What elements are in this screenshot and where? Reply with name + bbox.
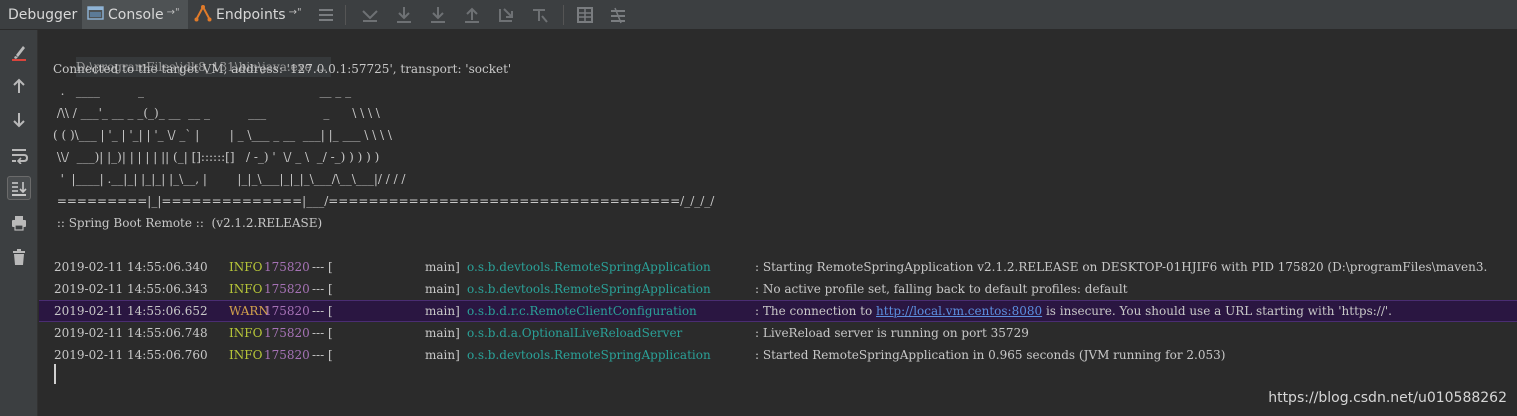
log-level: INFO xyxy=(229,348,263,362)
log-message: : Starting RemoteSpringApplication v2.1.… xyxy=(755,260,1488,274)
banner-line: \\/ ___)| |_)| | | | | || (_| []::::::[]… xyxy=(53,150,380,164)
tab-console[interactable]: Console →" xyxy=(82,0,188,29)
toolbar-divider xyxy=(345,5,346,25)
log-separator: --- [ xyxy=(312,348,333,362)
log-message: : LiveReload server is running on port 3… xyxy=(755,326,1029,340)
log-timestamp: 2019-02-11 14:55:06.340 xyxy=(54,260,208,274)
command-line[interactable]: D:\programFiles\jdk8_131\bin\java.exe ..… xyxy=(53,37,331,77)
tab-debugger[interactable]: Debugger xyxy=(0,0,80,29)
log-logger[interactable]: o.s.b.devtools.RemoteSpringApplication xyxy=(467,257,711,277)
pin-icon[interactable]: →" xyxy=(289,7,302,18)
print-icon[interactable] xyxy=(7,211,31,235)
log-message-suffix: is insecure. You should use a URL starti… xyxy=(1042,304,1392,318)
tab-endpoints-label: Endpoints xyxy=(216,6,286,23)
endpoints-icon xyxy=(194,4,212,26)
watermark-text: https://blog.csdn.net/u010588262 xyxy=(1268,390,1507,406)
log-logger[interactable]: o.s.b.devtools.RemoteSpringApplication xyxy=(467,345,711,365)
log-timestamp: 2019-02-11 14:55:06.343 xyxy=(54,282,208,296)
log-thread: main] xyxy=(425,260,460,274)
log-separator: --- [ xyxy=(312,326,333,340)
evaluate-expression-icon[interactable] xyxy=(574,5,596,25)
banner-version: :: Spring Boot Remote :: (v2.1.2.RELEASE… xyxy=(53,216,323,230)
log-separator: --- [ xyxy=(312,304,333,318)
debug-tool-window: Debugger Console →" Endpoints →" D:\prog… xyxy=(0,0,1517,416)
drop-frame-icon[interactable] xyxy=(495,5,517,25)
log-timestamp: 2019-02-11 14:55:06.652 xyxy=(54,304,208,318)
log-level: INFO xyxy=(229,326,263,340)
scroll-to-end-icon[interactable] xyxy=(7,176,31,200)
soft-wrap-icon[interactable] xyxy=(7,143,31,167)
log-logger[interactable]: o.s.b.d.r.c.RemoteClientConfiguration xyxy=(467,301,697,321)
log-level: INFO xyxy=(229,260,263,274)
log-level: INFO xyxy=(229,282,263,296)
tab-console-label: Console xyxy=(108,6,164,23)
log-timestamp: 2019-02-11 14:55:06.748 xyxy=(54,326,208,340)
log-message-prefix: : The connection to xyxy=(755,304,877,318)
log-thread: main] xyxy=(425,282,460,296)
text-caret xyxy=(54,364,56,384)
step-out-icon[interactable] xyxy=(461,5,483,25)
scroll-down-icon[interactable] xyxy=(7,108,31,132)
log-separator: --- [ xyxy=(312,282,333,296)
log-separator: --- [ xyxy=(312,260,333,274)
step-over-icon[interactable] xyxy=(393,5,415,25)
trace-current-stream-icon[interactable] xyxy=(607,5,629,25)
show-execution-point-icon[interactable] xyxy=(359,5,381,25)
banner-line: ( ( )\___ | '_ | '_| | '_ \/ _` | | _ \_… xyxy=(53,128,392,142)
log-row: 2019-02-11 14:55:06.760 INFO 175820 --- … xyxy=(39,345,1517,365)
log-message: : The connection to http://local.vm.cent… xyxy=(755,301,1392,321)
scroll-up-icon[interactable] xyxy=(7,74,31,98)
log-pid: 175820 xyxy=(264,348,310,362)
restore-layout-icon[interactable] xyxy=(315,5,337,25)
toolbar-divider xyxy=(563,5,564,25)
insecure-url-link[interactable]: http://local.vm.centos:8080 xyxy=(876,304,1042,318)
log-message: : No active profile set, falling back to… xyxy=(755,282,1128,296)
console-output[interactable]: D:\programFiles\jdk8_131\bin\java.exe ..… xyxy=(39,30,1517,416)
banner-line: . ____ _ __ _ _ xyxy=(53,84,352,98)
log-level: WARN xyxy=(229,304,269,318)
log-thread: main] xyxy=(425,326,460,340)
banner-line: /\\ / ___'_ __ _ _(_)_ __ __ _ ___ _ \ \… xyxy=(53,106,380,120)
run-to-cursor-icon[interactable] xyxy=(529,5,551,25)
log-logger[interactable]: o.s.b.d.a.OptionalLiveReloadServer xyxy=(467,323,682,343)
log-timestamp: 2019-02-11 14:55:06.760 xyxy=(54,348,208,362)
log-thread: main] xyxy=(425,304,460,318)
console-icon xyxy=(87,5,104,25)
pin-icon[interactable]: →" xyxy=(167,7,180,18)
clear-all-icon[interactable] xyxy=(7,40,31,64)
console-side-toolbar xyxy=(0,30,38,416)
log-pid: 175820 xyxy=(264,304,310,318)
tab-endpoints[interactable]: Endpoints →" xyxy=(190,0,310,29)
log-row: 2019-02-11 14:55:06.343 INFO 175820 --- … xyxy=(39,279,1517,299)
log-pid: 175820 xyxy=(264,260,310,274)
log-logger[interactable]: o.s.b.devtools.RemoteSpringApplication xyxy=(467,279,711,299)
trash-icon[interactable] xyxy=(7,245,31,269)
log-pid: 175820 xyxy=(264,282,310,296)
log-thread: main] xyxy=(425,348,460,362)
step-into-icon[interactable] xyxy=(427,5,449,25)
debug-toolbar: Debugger Console →" Endpoints →" xyxy=(0,0,1517,30)
tab-debugger-label: Debugger xyxy=(8,6,78,23)
log-row-warning: 2019-02-11 14:55:06.652 WARN 175820 --- … xyxy=(39,300,1517,322)
banner-line: ' |____| .__|_| |_|_| |_\__, | |_|_\___|… xyxy=(53,172,406,186)
connected-message: Connected to the target VM, address: '12… xyxy=(53,62,512,76)
banner-line: =========|_|==============|___/=========… xyxy=(53,194,715,208)
log-row: 2019-02-11 14:55:06.748 INFO 175820 --- … xyxy=(39,323,1517,343)
log-message: : Started RemoteSpringApplication in 0.9… xyxy=(755,348,1226,362)
log-pid: 175820 xyxy=(264,326,310,340)
log-row: 2019-02-11 14:55:06.340 INFO 175820 --- … xyxy=(39,257,1517,277)
